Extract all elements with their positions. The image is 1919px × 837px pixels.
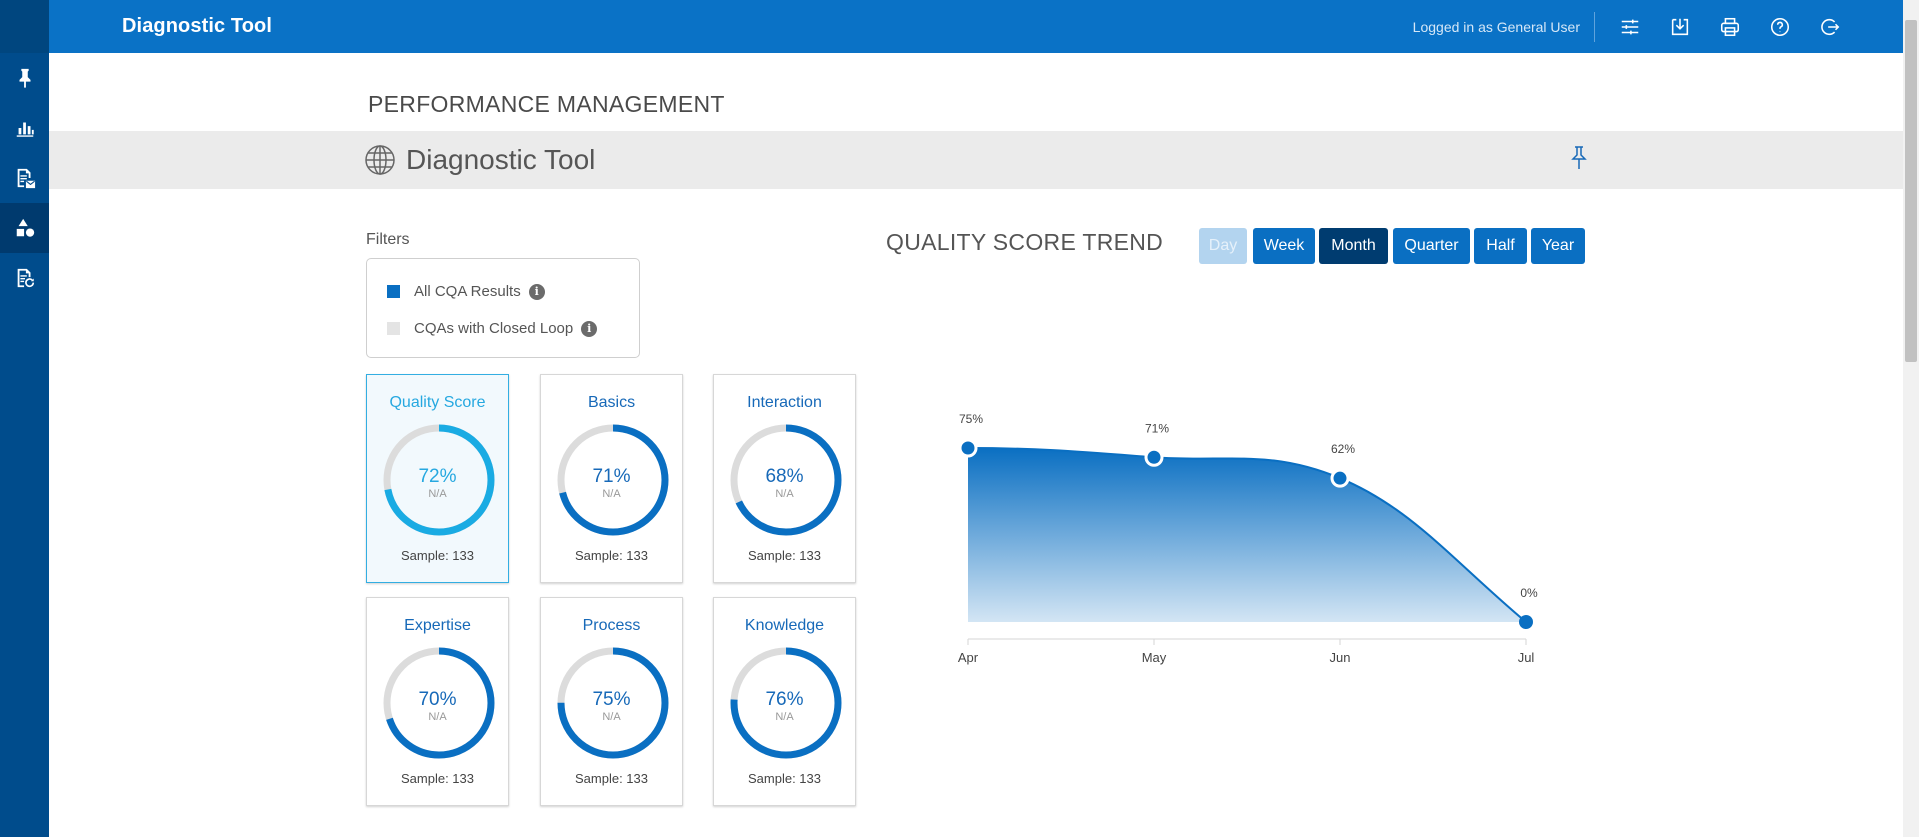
filter-label: CQAs with Closed Loop xyxy=(414,320,574,337)
help-button[interactable] xyxy=(1755,0,1805,53)
quality-score-trend-chart: Apr 75% May 71% Jun 62% Jul 0% xyxy=(958,412,1538,665)
pin-icon xyxy=(19,68,30,89)
filters-label: Filters xyxy=(366,231,410,248)
print-button[interactable] xyxy=(1705,0,1755,53)
period-half-button[interactable]: Half xyxy=(1474,228,1527,264)
filter-all-cqa-results[interactable]: All CQA Results i xyxy=(387,283,545,300)
period-month-button[interactable]: Month xyxy=(1319,228,1388,264)
logout-icon xyxy=(1821,18,1840,35)
filter-color-swatch xyxy=(387,322,400,335)
metric-sample-size: Sample: 133 xyxy=(575,548,648,563)
period-year-button[interactable]: Year xyxy=(1531,228,1585,264)
period-week-button[interactable]: Week xyxy=(1253,228,1315,264)
page-title: PERFORMANCE MANAGEMENT xyxy=(368,91,725,117)
section-title: Diagnostic Tool xyxy=(406,144,596,175)
metric-card-quality-score[interactable]: Quality Score 72% N/A Sample: 133 xyxy=(366,374,509,583)
metric-card-interaction[interactable]: Interaction 68% N/A Sample: 133 xyxy=(713,374,856,583)
app-title: Diagnostic Tool xyxy=(122,15,273,37)
filters-panel: All CQA Results i CQAs with Closed Loop … xyxy=(366,258,640,358)
info-icon[interactable]: i xyxy=(581,320,598,337)
metric-title: Process xyxy=(582,617,641,634)
metric-percentage: 75% xyxy=(592,689,631,710)
metric-title: Basics xyxy=(587,394,636,411)
metric-subvalue: N/A xyxy=(775,711,794,723)
page-scrollbar[interactable] xyxy=(1903,0,1919,837)
metric-subvalue: N/A xyxy=(775,488,794,500)
metric-sample-size: Sample: 133 xyxy=(748,548,821,563)
scrollbar-thumb[interactable] xyxy=(1905,20,1917,362)
metric-percentage: 76% xyxy=(765,689,804,710)
metric-sample-size: Sample: 133 xyxy=(575,771,648,786)
help-icon xyxy=(1770,17,1790,36)
data-point xyxy=(1519,615,1533,629)
metric-subvalue: N/A xyxy=(428,711,447,723)
metric-subvalue: N/A xyxy=(428,488,447,500)
filter-cqas-closed-loop[interactable]: CQAs with Closed Loop i xyxy=(387,320,598,337)
settings-button[interactable] xyxy=(1605,0,1655,53)
x-tick-label: May xyxy=(1142,650,1167,665)
metric-percentage: 68% xyxy=(765,466,804,487)
trend-title: QUALITY SCORE TREND xyxy=(886,229,1164,255)
print-icon xyxy=(1720,17,1740,36)
data-label: 0% xyxy=(1520,586,1538,600)
data-label: 75% xyxy=(959,412,983,426)
data-point xyxy=(1144,447,1164,467)
bar-chart-icon xyxy=(16,122,34,137)
data-label: 62% xyxy=(1331,442,1355,456)
period-day-button[interactable]: Day xyxy=(1199,228,1247,264)
download-button[interactable] xyxy=(1655,0,1705,53)
period-quarter-button[interactable]: Quarter xyxy=(1393,228,1470,264)
metric-card-basics[interactable]: Basics 71% N/A Sample: 133 xyxy=(540,374,683,583)
x-tick-label: Jun xyxy=(1330,650,1351,665)
x-tick-label: Apr xyxy=(958,650,979,665)
metric-card-expertise[interactable]: Expertise 70% N/A Sample: 133 xyxy=(366,597,509,806)
sidebar-item-reports[interactable] xyxy=(0,103,49,153)
info-icon[interactable]: i xyxy=(528,283,545,300)
metric-subvalue: N/A xyxy=(602,711,621,723)
x-tick-label: Jul xyxy=(1518,650,1535,665)
sidebar-item-pin[interactable] xyxy=(0,53,49,103)
metric-card-knowledge[interactable]: Knowledge 76% N/A Sample: 133 xyxy=(713,597,856,806)
data-point xyxy=(958,438,978,458)
filter-color-swatch xyxy=(387,285,400,298)
metric-percentage: 72% xyxy=(418,466,457,487)
metric-title: Quality Score xyxy=(389,394,486,411)
metric-subvalue: N/A xyxy=(602,488,621,500)
left-nav-sidebar xyxy=(0,0,49,837)
shapes-icon xyxy=(16,218,34,237)
metric-sample-size: Sample: 133 xyxy=(401,548,474,563)
trend-area-fill xyxy=(968,448,1526,622)
sidebar-item-shapes[interactable] xyxy=(0,203,49,253)
filter-label: All CQA Results xyxy=(414,283,521,300)
header-divider xyxy=(1594,11,1595,42)
report-mail-icon xyxy=(17,168,35,189)
metric-percentage: 71% xyxy=(592,466,631,487)
sidebar-item-report-mail[interactable] xyxy=(0,153,49,203)
logged-in-user-text: Logged in as General User xyxy=(1412,18,1580,35)
metric-card-process[interactable]: Process 75% N/A Sample: 133 xyxy=(540,597,683,806)
sidebar-item-report-refresh[interactable] xyxy=(0,253,49,303)
metric-title: Interaction xyxy=(747,394,822,411)
metric-title: Knowledge xyxy=(744,617,825,634)
metric-sample-size: Sample: 133 xyxy=(401,771,474,786)
report-refresh-icon xyxy=(17,268,34,288)
pin-icon[interactable] xyxy=(1568,145,1590,171)
download-icon xyxy=(1671,18,1689,35)
header-right-group: Logged in as General User xyxy=(1413,0,1855,53)
metric-percentage: 70% xyxy=(418,689,457,710)
top-header: Diagnostic Tool Logged in as General Use… xyxy=(49,0,1903,53)
logout-button[interactable] xyxy=(1805,0,1855,53)
globe-icon xyxy=(365,145,395,175)
data-point xyxy=(1330,468,1350,488)
sidebar-top-block xyxy=(0,0,49,53)
section-header: Diagnostic Tool xyxy=(49,131,1903,189)
metric-title: Expertise xyxy=(404,617,471,634)
data-label: 71% xyxy=(1145,421,1169,435)
metric-sample-size: Sample: 133 xyxy=(748,771,821,786)
settings-sliders-icon xyxy=(1621,19,1639,34)
